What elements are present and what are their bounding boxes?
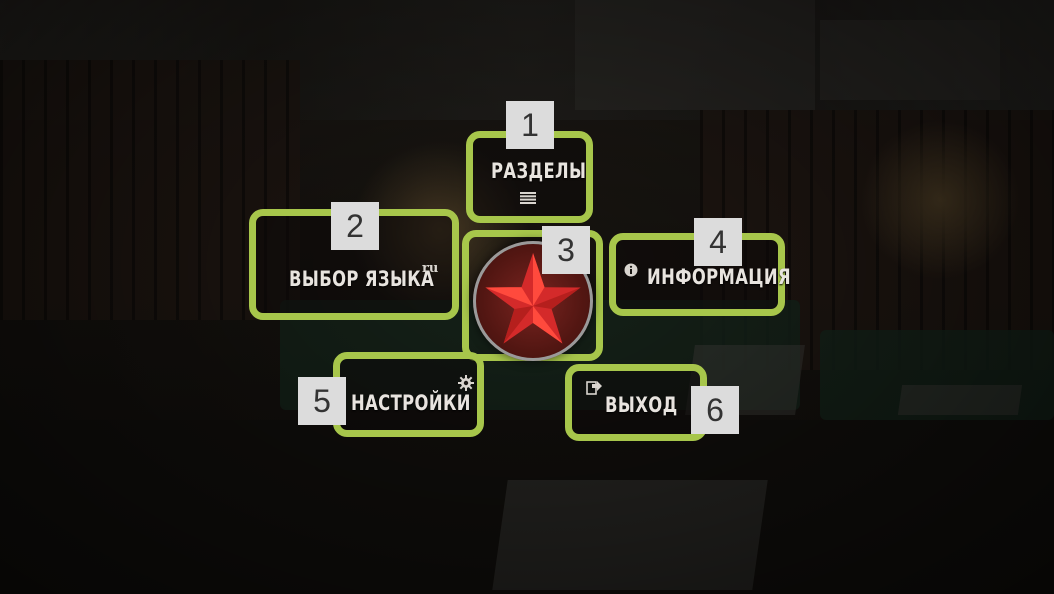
current-language-code: ru	[422, 261, 439, 276]
exit-icon	[586, 379, 602, 399]
marker-3: 3	[542, 226, 590, 274]
exit-button[interactable]: ВЫХОД	[565, 364, 707, 441]
settings-button[interactable]: НАСТРОЙКИ	[333, 352, 484, 437]
list-icon	[520, 189, 536, 208]
settings-label: НАСТРОЙКИ	[351, 391, 471, 415]
marker-1: 1	[506, 101, 554, 149]
information-label: ИНФОРМАЦИЯ	[647, 265, 791, 289]
marker-5: 5	[298, 377, 346, 425]
marker-6: 6	[691, 386, 739, 434]
marker-4: 4	[694, 218, 742, 266]
language-label: ВЫБОР ЯЗЫКА	[289, 267, 435, 291]
sections-label: РАЗДЕЛЫ	[491, 159, 587, 183]
marker-2: 2	[331, 202, 379, 250]
exit-label: ВЫХОД	[605, 393, 678, 417]
info-icon	[624, 262, 638, 281]
gear-icon	[458, 375, 474, 395]
